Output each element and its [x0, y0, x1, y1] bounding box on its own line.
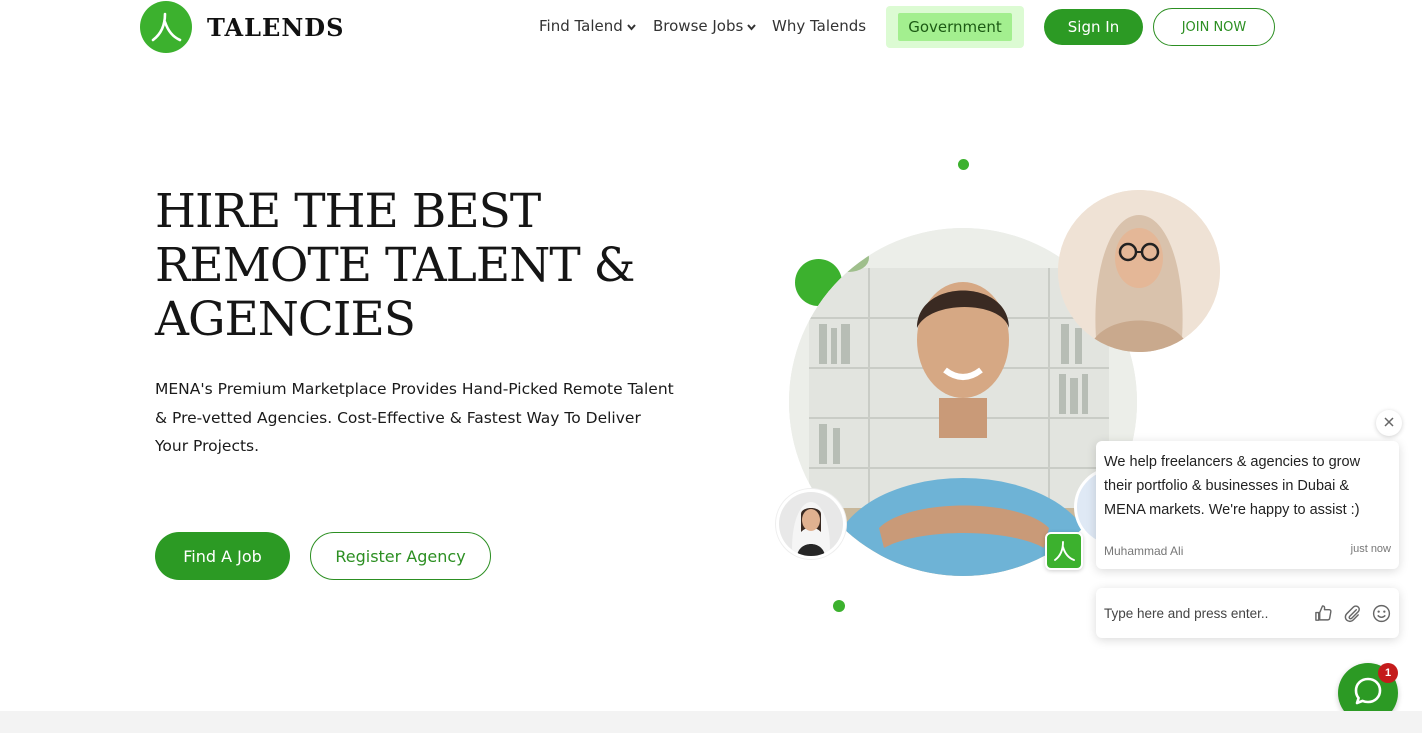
chat-input-bar: [1096, 588, 1399, 638]
close-icon: [1384, 415, 1394, 431]
next-section-edge: [0, 711, 1422, 733]
hero-small-woman-photo: [776, 489, 846, 559]
register-agency-button[interactable]: Register Agency: [310, 532, 491, 580]
hero-title-line-1: HIRE THE BEST: [155, 184, 541, 239]
government-label: Government: [898, 13, 1012, 41]
chat-message-bubble: We help freelancers & agencies to grow t…: [1096, 441, 1399, 569]
talends-badge-icon: [1045, 532, 1083, 570]
nav-why-talends[interactable]: Why Talends: [772, 17, 866, 35]
talends-logo-icon: [140, 1, 192, 53]
hero-title: HIRE THE BEST REMOTE TALENT & AGENCIES: [155, 185, 715, 347]
hero-title-line-2: REMOTE TALENT &: [155, 238, 635, 293]
chat-timestamp: just now: [1350, 543, 1391, 555]
hero-woman-photo: [1058, 190, 1220, 352]
government-link[interactable]: Government: [886, 6, 1024, 48]
brand-logo[interactable]: TALENDS: [140, 1, 344, 53]
decorative-dot: [833, 600, 845, 612]
nav-find-talend-label: Find Talend: [539, 17, 623, 35]
nav-why-talends-label: Why Talends: [772, 17, 867, 35]
unread-count-badge: 1: [1378, 663, 1398, 683]
chevron-down-icon: [627, 17, 636, 35]
chat-message-text: We help freelancers & agencies to grow t…: [1104, 454, 1361, 518]
thumbs-up-icon[interactable]: [1314, 604, 1333, 623]
hero-title-line-3: AGENCIES: [155, 292, 416, 347]
join-now-button[interactable]: JOIN NOW: [1153, 8, 1275, 46]
chat-tools: [1314, 604, 1391, 623]
find-a-job-button[interactable]: Find A Job: [155, 532, 290, 580]
chevron-down-icon: [747, 17, 757, 35]
attachment-icon[interactable]: [1343, 604, 1362, 623]
chat-author: Muhammad Ali: [1104, 544, 1184, 558]
decorative-dot: [958, 159, 969, 170]
brand-name: TALENDS: [207, 12, 345, 42]
nav-browse-jobs[interactable]: Browse Jobs: [653, 17, 757, 35]
chat-close-button[interactable]: [1376, 410, 1402, 436]
emoji-icon[interactable]: [1372, 604, 1391, 623]
hero-subtitle: MENA's Premium Marketplace Provides Hand…: [155, 380, 674, 455]
chat-input[interactable]: [1104, 605, 1299, 621]
nav-find-talend[interactable]: Find Talend: [539, 17, 636, 35]
sign-in-button[interactable]: Sign In: [1044, 9, 1143, 45]
nav-browse-jobs-label: Browse Jobs: [653, 17, 744, 35]
